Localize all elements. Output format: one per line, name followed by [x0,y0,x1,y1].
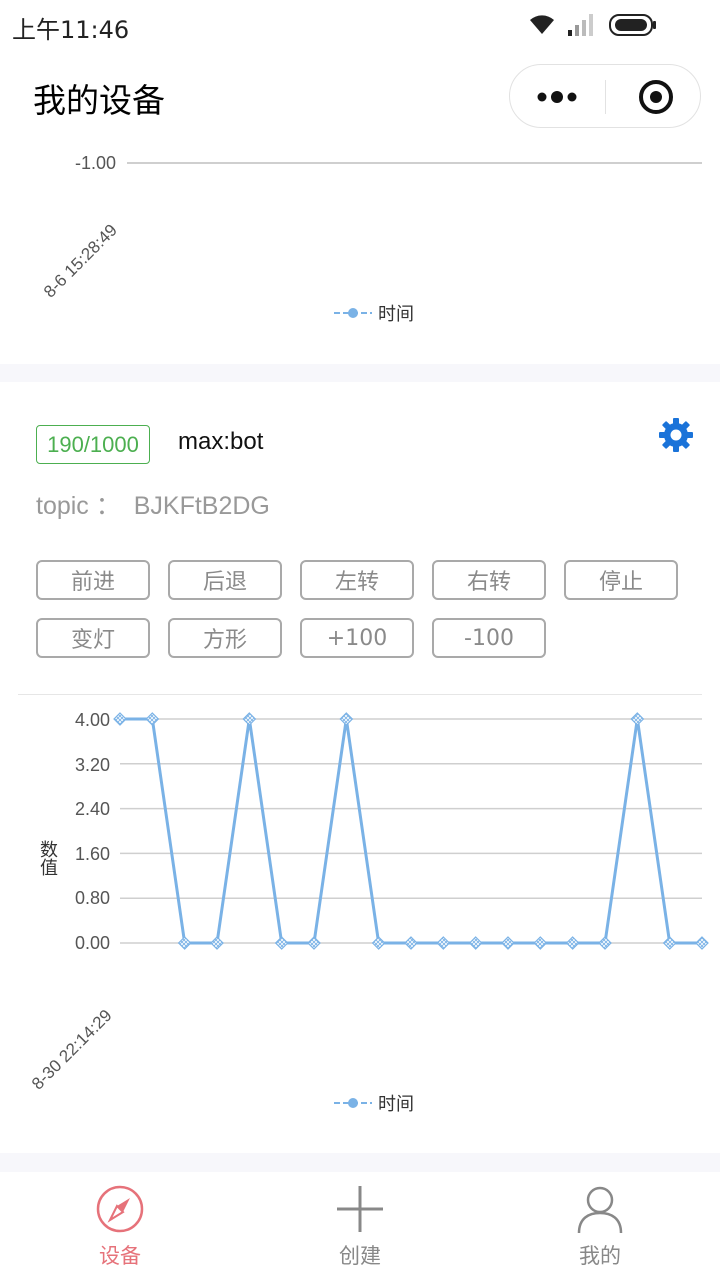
command-button-light[interactable]: 变灯 [36,618,150,658]
more-icon [537,91,577,103]
gear-icon [659,418,693,452]
device-name: max:bot [178,428,264,455]
legend-label: 时间 [378,304,414,325]
chart-x-date: 8-30 22:14:29 [28,1005,116,1094]
command-button-stop[interactable]: 停止 [564,560,678,600]
divider [18,694,702,695]
plus-icon [337,1186,383,1232]
tab-bar: 设备 创建 我的 [0,1172,720,1280]
counter-badge: 190/1000 [36,425,150,464]
close-icon [639,80,673,114]
more-button[interactable] [510,65,605,129]
compass-icon [96,1185,144,1233]
status-time: 上午11:46 [12,16,130,44]
data-point [630,712,645,726]
device-chart [113,712,709,950]
topic-value: BJKFtB2DG [133,492,270,520]
data-point [210,936,224,950]
data-point [436,936,451,950]
command-button-minus-100[interactable]: -100 [432,618,546,658]
battery-icon [609,14,656,36]
legend-line-icon [334,1098,372,1108]
card-separator [0,364,720,382]
data-point [501,936,515,950]
data-point [145,712,160,726]
page-title: 我的设备 [33,81,165,120]
command-button-right[interactable]: 右转 [432,560,546,600]
status-bar: 上午11:46 [0,0,720,50]
status-icons [530,14,656,36]
command-button-forward[interactable]: 前进 [36,560,150,600]
wifi-icon [530,15,554,34]
command-button-square[interactable]: 方形 [168,618,282,658]
topic-line: topic ： BJKFtB2DG [36,486,270,522]
card-separator [0,1153,720,1172]
tab-label: 我的 [579,1244,621,1268]
chart-legend: 时间 [334,1091,414,1115]
tab-label: 创建 [339,1244,381,1268]
data-point [468,936,483,950]
tab-label: 设备 [99,1244,141,1268]
legend-line-icon [334,308,372,318]
data-point [274,936,289,950]
data-point [598,936,612,950]
data-point [695,936,709,950]
command-button-left[interactable]: 左转 [300,560,414,600]
data-point [371,936,386,950]
tab-create[interactable]: 创建 [240,1172,480,1280]
data-point [242,712,257,726]
topic-label: topic ： [36,492,121,520]
top-chart-x-date: 8-6 15:28:49 [40,220,121,302]
data-point [404,936,418,950]
data-point [565,936,580,950]
signal-icon [568,14,593,36]
tab-me[interactable]: 我的 [480,1172,720,1280]
tab-devices[interactable]: 设备 [0,1172,240,1280]
legend-label: 时间 [378,1094,414,1115]
top-chart [127,162,702,164]
mini-program-capsule [509,64,701,128]
user-icon [577,1186,623,1234]
top-chart-legend: 时间 [334,301,414,325]
command-button-plus-100[interactable]: +100 [300,618,414,658]
series-line [120,717,702,945]
data-point [307,936,321,950]
data-point [533,936,548,950]
settings-button[interactable] [658,417,694,453]
data-point [113,712,127,726]
close-button[interactable] [606,65,701,129]
data-point [177,936,192,950]
data-point [339,712,354,726]
command-button-backward[interactable]: 后退 [168,560,282,600]
data-point [662,936,677,950]
